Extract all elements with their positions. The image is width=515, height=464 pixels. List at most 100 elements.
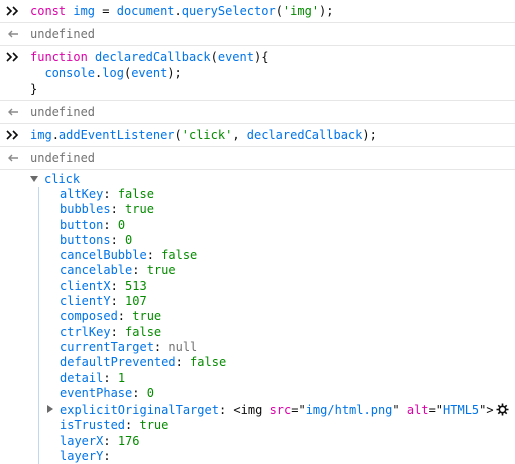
console-input-row[interactable]: function declaredCallback(event){ consol… [0, 46, 515, 101]
object-properties: altKey: false bubbles: true button: 0 butto… [38, 187, 515, 464]
code-token: ); [319, 4, 334, 18]
property-value: false [125, 324, 162, 339]
code-token: event [217, 50, 254, 64]
code-token: , [232, 128, 247, 142]
console-result-row: undefined [0, 147, 515, 170]
property-row: clientX: 513 [60, 279, 515, 294]
property-value: 107 [125, 294, 147, 309]
double-chevron-right-icon [6, 128, 20, 142]
code-token: ( [174, 128, 182, 142]
return-arrow-icon [6, 151, 20, 165]
property-row: layerY: [60, 449, 515, 464]
property-separator: : [153, 339, 169, 354]
attr-eq: =" [291, 403, 306, 418]
property-value: 0 [125, 232, 133, 247]
element-close: > [486, 403, 494, 418]
element-tag: img [240, 403, 263, 418]
property-separator: : [146, 248, 162, 263]
property-separator: : [132, 385, 147, 400]
attr-value: HTML5 [443, 403, 480, 418]
console-input-row[interactable]: const img = document.querySelector('img'… [0, 0, 515, 23]
property-row: bubbles: true [60, 202, 515, 217]
property-row: defaultPrevented: false [60, 355, 515, 370]
property-key: currentTarget [60, 339, 154, 354]
property-row: ctrlKey: false [60, 325, 515, 340]
property-key: composed [60, 309, 118, 324]
property-row: altKey: false [60, 187, 515, 202]
code-line: console.log(event); [30, 65, 515, 81]
code-token: document [116, 4, 175, 18]
code-token: 'img' [282, 4, 320, 18]
code-token: . [51, 128, 59, 142]
property-key: eventPhase [60, 385, 133, 400]
property-value: false [161, 248, 198, 263]
property-key: explicitOriginalTarget [60, 403, 219, 418]
property-row: composed: true [60, 309, 515, 324]
property-row[interactable]: explicitOriginalTarget: <img src="img/ht… [47, 401, 515, 419]
property-row: detail: 1 [60, 371, 515, 386]
expand-arrow-icon[interactable] [47, 405, 53, 414]
property-row: button: 0 [60, 218, 515, 233]
code-token: console [30, 66, 96, 80]
code-token: ); [167, 66, 182, 80]
code-token: event [131, 66, 168, 80]
double-chevron-right-icon [6, 4, 20, 18]
property-separator: : [103, 370, 118, 385]
property-separator: : [103, 187, 118, 201]
input-code[interactable]: img.addEventListener('click', declaredCa… [0, 124, 515, 146]
code-token: 'click' [181, 128, 233, 142]
code-line: } [30, 81, 515, 97]
property-value: true [132, 309, 162, 324]
property-row: eventPhase: 0 [60, 386, 515, 401]
property-key: button [60, 217, 104, 232]
property-key: bubbles [60, 202, 111, 217]
property-separator: : [218, 403, 234, 418]
property-key: buttons [60, 232, 111, 247]
property-value: 1 [117, 370, 126, 385]
code-token: ( [275, 4, 283, 18]
property-value: false [117, 187, 154, 201]
attr-name: alt [406, 403, 429, 418]
property-row: layerX: 176 [60, 434, 515, 449]
object-title[interactable]: click [44, 172, 80, 186]
property-row: cancelable: true [60, 263, 515, 278]
property-separator: : [103, 217, 118, 232]
property-separator: : [110, 324, 126, 339]
property-key: layerY [60, 449, 104, 464]
return-arrow-icon [6, 105, 20, 119]
result-value: undefined [30, 105, 96, 119]
property-key: cancelBubble [60, 248, 147, 263]
property-separator: : [110, 278, 126, 293]
input-code[interactable]: function declaredCallback(event){ consol… [0, 46, 515, 100]
result-value: undefined [30, 27, 96, 41]
property-row: currentTarget: null [60, 340, 515, 355]
code-token: ); [362, 128, 377, 142]
event-object-tree: click altKey: false bubbles: true button: 0… [0, 170, 515, 464]
property-row: clientY: 107 [60, 294, 515, 309]
property-key: clientX [60, 278, 111, 293]
property-key: layerX [60, 433, 104, 448]
expand-toggle-icon[interactable] [30, 176, 38, 182]
console-result-row: undefined [0, 101, 515, 124]
property-value: null [168, 339, 198, 354]
property-key: detail [60, 370, 104, 385]
object-header[interactable]: click [0, 172, 515, 187]
input-code[interactable]: const img = document.querySelector('img'… [0, 0, 515, 22]
code-token: log [102, 66, 124, 80]
console-input-row[interactable]: img.addEventListener('click', declaredCa… [0, 124, 515, 147]
code-token: ( [210, 50, 218, 64]
attr-eq: =" [428, 403, 444, 418]
property-separator: : [103, 449, 111, 464]
property-separator: : [110, 232, 126, 247]
element-space [262, 403, 269, 417]
property-key: defaultPrevented [60, 355, 176, 370]
gear-icon[interactable] [496, 403, 509, 419]
property-key: isTrusted [60, 418, 126, 433]
result-value: undefined [30, 151, 96, 165]
element-space [400, 403, 407, 417]
property-separator: : [132, 263, 147, 278]
code-token: function [30, 50, 96, 64]
property-row: isTrusted: true [60, 418, 515, 433]
code-line: function declaredCallback(event){ [30, 49, 515, 65]
return-arrow-icon [6, 27, 20, 41]
